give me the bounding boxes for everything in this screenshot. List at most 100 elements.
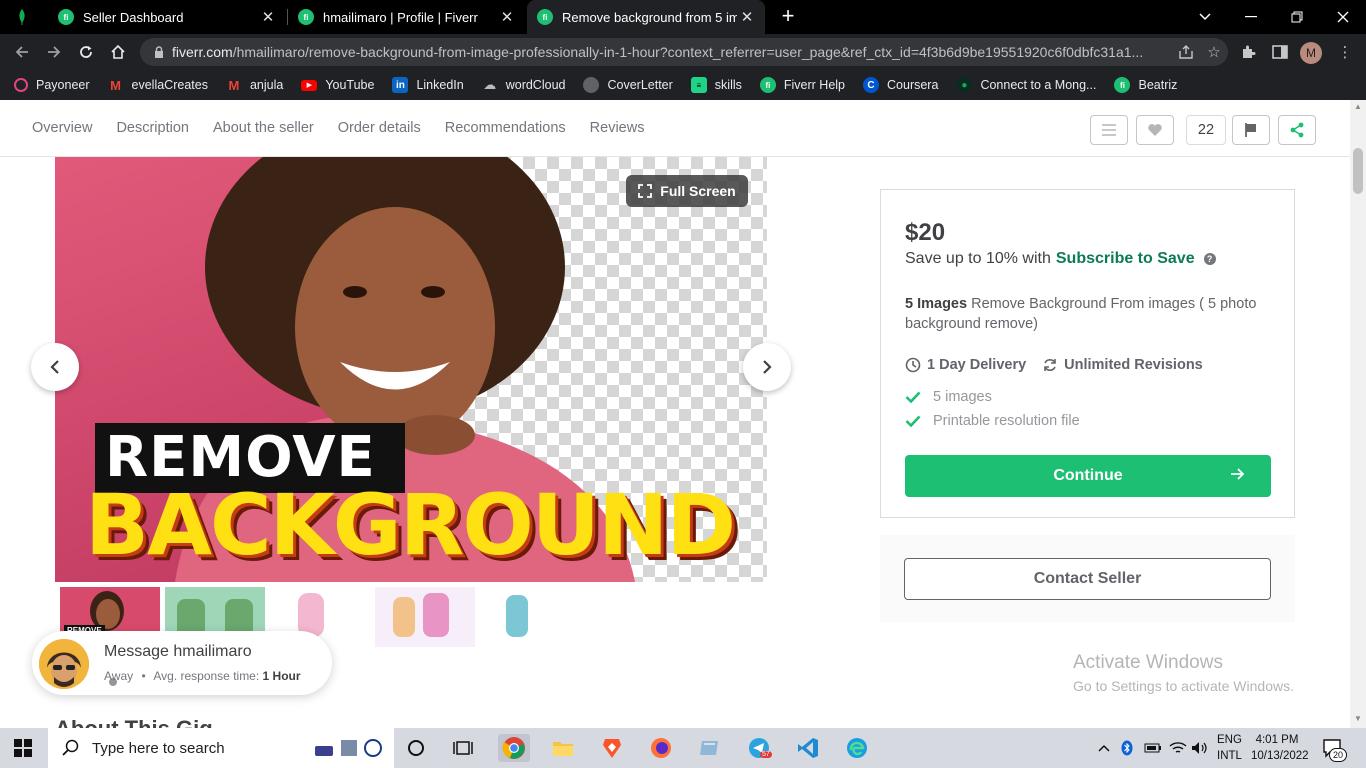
scrollbar-thumb[interactable]: [1353, 148, 1363, 194]
clock-time: 4:01 PM: [1255, 734, 1299, 746]
bookmark-youtube[interactable]: ▶ YouTube: [301, 78, 374, 92]
cloud-icon: ☁: [483, 77, 497, 92]
close-icon[interactable]: ✕: [737, 8, 757, 26]
side-panel-icon[interactable]: [1268, 40, 1292, 64]
volume-icon[interactable]: [1191, 728, 1209, 768]
reload-button[interactable]: [74, 40, 98, 64]
scroll-down-arrow[interactable]: ▼: [1354, 714, 1362, 723]
cortana-icon[interactable]: [400, 734, 432, 762]
thumbnail-5[interactable]: [480, 587, 580, 647]
notification-center-icon[interactable]: 20: [1322, 728, 1348, 768]
close-icon[interactable]: ✕: [497, 8, 517, 26]
new-tab-button[interactable]: +: [776, 4, 800, 28]
close-window-button[interactable]: [1320, 0, 1366, 34]
full-screen-button[interactable]: Full Screen: [626, 175, 748, 207]
bookmark-label: wordCloud: [505, 78, 566, 92]
tab-seller-dashboard[interactable]: fi Seller Dashboard ✕: [48, 0, 286, 34]
file-explorer-icon[interactable]: [547, 734, 579, 762]
delivery-time: 1 Day Delivery: [927, 357, 1027, 373]
lock-icon[interactable]: [146, 46, 172, 58]
subnav-link-description[interactable]: Description: [116, 120, 189, 136]
page-scrollbar[interactable]: ▲ ▼: [1350, 100, 1366, 728]
seller-avatar: [39, 639, 89, 689]
bookmark-fiverr-help[interactable]: fi Fiverr Help: [759, 77, 845, 93]
close-icon[interactable]: ✕: [258, 8, 278, 26]
checkmark-icon: [905, 415, 923, 427]
share-button[interactable]: [1278, 115, 1316, 145]
restore-button[interactable]: [1274, 0, 1320, 34]
tab-profile[interactable]: fi hmailimaro | Profile | Fiverr ✕: [288, 0, 525, 34]
bookmark-linkedin[interactable]: in LinkedIn: [392, 77, 464, 93]
coursera-icon: C: [863, 77, 880, 93]
edge-icon[interactable]: [841, 734, 873, 762]
bookmark-evellacreates[interactable]: M evellaCreates: [108, 77, 208, 93]
bookmark-coverletter[interactable]: CoverLetter: [583, 77, 673, 93]
url-text[interactable]: fiverr.com/hmailimaro/remove-background-…: [172, 44, 1172, 60]
tab-search-button[interactable]: [1182, 0, 1228, 34]
back-button[interactable]: [10, 40, 34, 64]
bookmark-star-icon[interactable]: ☆: [1200, 43, 1228, 61]
bookmark-anjula[interactable]: M anjula: [226, 77, 284, 93]
feature-item: 5 images: [905, 389, 992, 405]
menu-icon[interactable]: ⋮: [1333, 40, 1357, 64]
minimize-button[interactable]: [1228, 0, 1274, 34]
forward-button[interactable]: [42, 40, 66, 64]
gig-gallery-image[interactable]: Full Screen REMOVE BACKGROUND: [55, 157, 767, 582]
vscode-icon[interactable]: [792, 734, 824, 762]
search-placeholder: Type here to search: [92, 739, 225, 757]
message-seller-widget[interactable]: Message hmailimaro Away • Avg. response …: [32, 631, 332, 695]
taskbar-clock[interactable]: 4:01 PM 10/13/2022: [1251, 732, 1309, 764]
bookmark-wordcloud[interactable]: ☁ wordCloud: [482, 77, 566, 93]
help-icon[interactable]: ?: [1203, 253, 1216, 265]
report-flag-button[interactable]: [1232, 115, 1270, 145]
bluetooth-icon[interactable]: [1121, 728, 1133, 768]
mongodb-tab-icon[interactable]: [12, 7, 32, 27]
response-time-label: Avg. response time:: [153, 669, 260, 683]
taskbar-search-box[interactable]: Type here to search: [48, 728, 394, 768]
bookmark-skills[interactable]: ≡ skills: [690, 77, 742, 93]
continue-button[interactable]: Continue: [905, 455, 1271, 497]
tab-remove-background[interactable]: fi Remove background from 5 imag ✕: [527, 0, 765, 34]
subnav-link-about-seller[interactable]: About the seller: [213, 120, 314, 136]
chevron-left-icon: [50, 360, 59, 374]
brave-icon[interactable]: [596, 734, 628, 762]
battery-icon[interactable]: [1144, 728, 1162, 768]
full-screen-label: Full Screen: [660, 183, 736, 199]
telegram-icon[interactable]: 57: [743, 734, 775, 762]
feature-label: Printable resolution file: [933, 413, 1080, 429]
notes-app-icon[interactable]: [694, 734, 726, 762]
input-language[interactable]: ENG INTL: [1217, 732, 1242, 764]
thumbnail-4[interactable]: [375, 587, 475, 647]
subnav-link-order-details[interactable]: Order details: [338, 120, 421, 136]
share-icon[interactable]: [1172, 45, 1200, 59]
windows-start-icon[interactable]: [14, 739, 32, 762]
subnav-link-reviews[interactable]: Reviews: [590, 120, 645, 136]
package-price: $20: [905, 219, 946, 246]
delivery-revisions-row: 1 Day Delivery Unlimited Revisions: [905, 357, 1203, 373]
bookmark-beatriz[interactable]: fi Beatriz: [1114, 77, 1177, 93]
tab-strip: fi Seller Dashboard ✕ fi hmailimaro | Pr…: [0, 0, 1366, 34]
contact-seller-button[interactable]: Contact Seller: [904, 558, 1271, 600]
feature-item: Printable resolution file: [905, 413, 1080, 429]
bookmark-coursera[interactable]: C Coursera: [863, 77, 938, 93]
wifi-icon[interactable]: [1169, 728, 1187, 768]
arrow-right-icon: [1231, 468, 1245, 480]
subnav-link-recommendations[interactable]: Recommendations: [445, 120, 566, 136]
collections-menu-button[interactable]: [1090, 115, 1128, 145]
firefox-icon[interactable]: [645, 734, 677, 762]
scroll-up-arrow[interactable]: ▲: [1354, 102, 1362, 111]
gallery-next-button[interactable]: [743, 343, 791, 391]
gallery-prev-button[interactable]: [31, 343, 79, 391]
subnav-link-overview[interactable]: Overview: [32, 120, 92, 136]
task-view-icon[interactable]: [447, 734, 479, 762]
home-button[interactable]: [106, 40, 130, 64]
bookmark-payoneer[interactable]: Payoneer: [14, 78, 90, 92]
show-hidden-icons[interactable]: [1098, 728, 1110, 768]
address-bar[interactable]: fiverr.com/hmailimaro/remove-background-…: [140, 38, 1228, 66]
bookmark-mongodb[interactable]: ● Connect to a Mong...: [956, 77, 1096, 93]
extensions-icon[interactable]: [1236, 40, 1260, 64]
profile-avatar[interactable]: M: [1300, 42, 1322, 64]
like-button[interactable]: [1136, 115, 1174, 145]
subscribe-to-save-link[interactable]: Subscribe to Save: [1056, 250, 1195, 268]
chrome-taskbar-icon[interactable]: [498, 734, 530, 762]
